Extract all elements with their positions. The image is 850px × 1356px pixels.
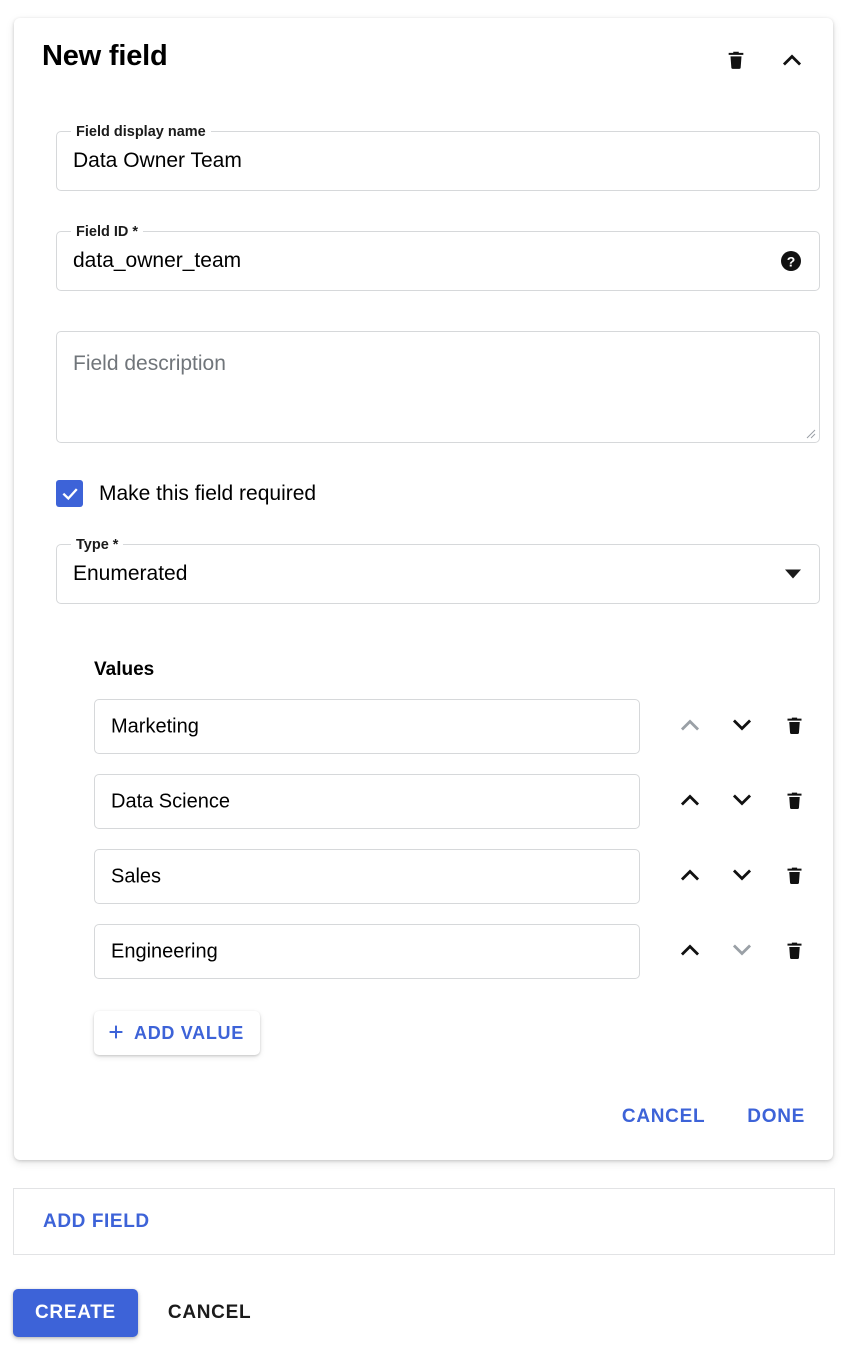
chevron-down-icon [729, 787, 755, 816]
chevron-down-icon [729, 712, 755, 741]
move-value-down-button [716, 930, 768, 974]
value-row-actions [664, 699, 820, 754]
add-field-card: ADD FIELD [13, 1188, 835, 1255]
collapse-card-button[interactable] [775, 44, 809, 78]
trash-icon [725, 48, 747, 75]
help-icon[interactable]: ? [779, 249, 803, 273]
value-text: Marketing [111, 715, 199, 737]
value-row-actions [664, 774, 820, 829]
field-display-name-input[interactable]: Field display name Data Owner Team [56, 124, 820, 191]
done-field-button[interactable]: DONE [741, 1098, 811, 1136]
header-actions [719, 44, 809, 78]
resize-handle-icon[interactable] [802, 425, 816, 439]
create-button[interactable]: CREATE [13, 1289, 138, 1337]
plus-icon [106, 1022, 126, 1045]
chevron-down-icon [729, 862, 755, 891]
chevron-down-icon [729, 937, 755, 966]
field-id-label: Field ID * [71, 224, 144, 240]
delete-field-button[interactable] [719, 44, 753, 78]
value-text: Data Science [111, 790, 230, 812]
field-id-input[interactable]: Field ID * data_owner_team ? [56, 224, 820, 291]
trash-icon [784, 864, 805, 890]
make-required-checkbox[interactable]: Make this field required [56, 480, 316, 507]
type-value: Enumerated [73, 562, 188, 585]
values-list: Marketing Data Science Sales Engineering [94, 699, 820, 999]
value-input[interactable]: Data Science [94, 774, 640, 829]
move-value-down-button[interactable] [716, 780, 768, 824]
type-label: Type * [71, 537, 124, 553]
make-required-label: Make this field required [99, 481, 317, 505]
value-row-actions [664, 849, 820, 904]
field-display-name-value: Data Owner Team [73, 149, 242, 172]
move-value-up-button [664, 705, 716, 749]
delete-value-button[interactable] [768, 780, 820, 824]
values-label: Values [94, 659, 155, 680]
trash-icon [784, 789, 805, 815]
delete-value-button[interactable] [768, 705, 820, 749]
value-input[interactable]: Marketing [94, 699, 640, 754]
add-value-button[interactable]: ADD VALUE [94, 1011, 260, 1055]
cancel-button[interactable]: CANCEL [160, 1292, 259, 1334]
chevron-up-icon [677, 862, 703, 891]
field-description-placeholder: Field description [73, 352, 226, 375]
chevron-up-icon [677, 787, 703, 816]
value-text: Engineering [111, 940, 218, 962]
chevron-up-icon [677, 937, 703, 966]
value-row: Engineering [94, 924, 820, 979]
type-select[interactable]: Type * Enumerated [56, 537, 820, 604]
move-value-up-button[interactable] [664, 930, 716, 974]
move-value-down-button[interactable] [716, 705, 768, 749]
page-title: New field [42, 40, 168, 72]
chevron-down-icon[interactable] [785, 569, 801, 579]
checkbox-checked-icon [56, 480, 83, 507]
value-input[interactable]: Sales [94, 849, 640, 904]
delete-value-button[interactable] [768, 930, 820, 974]
value-text: Sales [111, 865, 162, 887]
value-row: Data Science [94, 774, 820, 829]
value-input[interactable]: Engineering [94, 924, 640, 979]
card-header: New field [14, 18, 833, 96]
field-id-value: data_owner_team [73, 249, 242, 272]
move-value-up-button[interactable] [664, 780, 716, 824]
value-row-actions [664, 924, 820, 979]
bottom-action-bar: CREATE CANCEL [13, 1289, 259, 1337]
new-field-card: New field Field display name Data Owner … [14, 18, 833, 1160]
field-description-textarea[interactable]: Field description [56, 331, 820, 443]
chevron-up-icon [677, 712, 703, 741]
svg-text:?: ? [787, 253, 796, 269]
delete-value-button[interactable] [768, 855, 820, 899]
move-value-down-button[interactable] [716, 855, 768, 899]
card-footer: CANCEL DONE [616, 1098, 811, 1136]
add-value-label: ADD VALUE [134, 1022, 244, 1043]
cancel-field-button[interactable]: CANCEL [616, 1098, 711, 1136]
value-row: Sales [94, 849, 820, 904]
chevron-up-icon [779, 47, 805, 76]
add-field-button[interactable]: ADD FIELD [41, 1205, 152, 1239]
move-value-up-button[interactable] [664, 855, 716, 899]
trash-icon [784, 939, 805, 965]
value-row: Marketing [94, 699, 820, 754]
trash-icon [784, 714, 805, 740]
field-display-name-label: Field display name [71, 124, 211, 140]
